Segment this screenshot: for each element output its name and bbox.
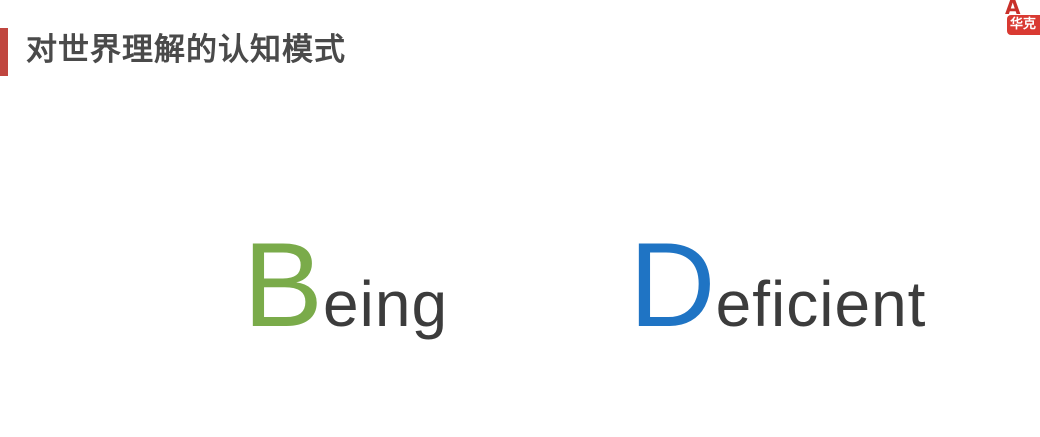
slide-title: 对世界理解的认知模式 (26, 32, 346, 68)
deficient-initial-letter: D (629, 218, 716, 352)
word-being: Being (243, 225, 448, 345)
brand-logo: A 华克 (1005, 0, 1040, 38)
title-accent-bar (0, 28, 8, 76)
word-deficient: Deficient (629, 225, 926, 345)
being-initial-letter: B (243, 218, 324, 352)
being-rest-letters: eing (323, 268, 449, 340)
deficient-rest-letters: eficient (715, 268, 927, 340)
logo-badge-text: 华克 (1007, 15, 1040, 35)
logo-mark-text: A (1005, 0, 1021, 19)
